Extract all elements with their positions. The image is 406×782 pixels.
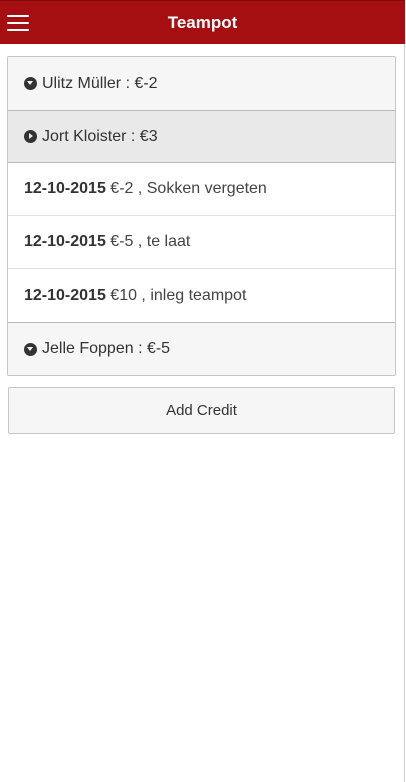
chevron-down-icon [24, 77, 37, 90]
entry-date: 12-10-2015 [24, 233, 106, 250]
entry-text: 12-10-2015 €10 , inleg teampot [24, 287, 246, 305]
chevron-right-icon [24, 130, 37, 143]
entry-date: 12-10-2015 [24, 180, 106, 197]
entry-text: 12-10-2015 €-5 , te laat [24, 233, 190, 251]
entry-description: €10 , inleg teampot [105, 286, 247, 304]
list-item: 12-10-2015 €10 , inleg teampot [8, 269, 395, 322]
member-list: Ulitz Müller : €-2 Jort Kloister : €3 12… [7, 56, 396, 376]
member-label: Jort Kloister : €3 [42, 127, 158, 145]
page-title: Teampot [167, 13, 238, 32]
add-credit-button[interactable]: Add Credit [8, 387, 395, 434]
entry-description: €-5 , te laat [105, 233, 191, 250]
entry-text: 12-10-2015 €-2 , Sokken vergeten [24, 180, 267, 198]
chevron-down-icon [24, 342, 37, 356]
member-row-jort-kloister[interactable]: Jort Kloister : €3 [8, 110, 395, 163]
member-label: Jelle Foppen : €-5 [42, 340, 171, 357]
member-row-ulitz-muller[interactable]: Ulitz Müller : €-2 [8, 57, 395, 110]
list-item: 12-10-2015 €-5 , te laat [8, 216, 395, 269]
entry-date: 12-10-2015 [24, 286, 106, 304]
list-item: 12-10-2015 €-2 , Sokken vergeten [8, 163, 395, 216]
member-row-jelle-foppen[interactable]: Jelle Foppen : €-5 [8, 322, 395, 375]
app-header: Teampot [0, 0, 405, 44]
app-screen: Teampot Ulitz Müller : €-2 Jort Kloister… [0, 0, 405, 782]
member-label: Ulitz Müller : €-2 [42, 74, 158, 92]
entry-description: €-2 , Sokken vergeten [105, 180, 267, 197]
